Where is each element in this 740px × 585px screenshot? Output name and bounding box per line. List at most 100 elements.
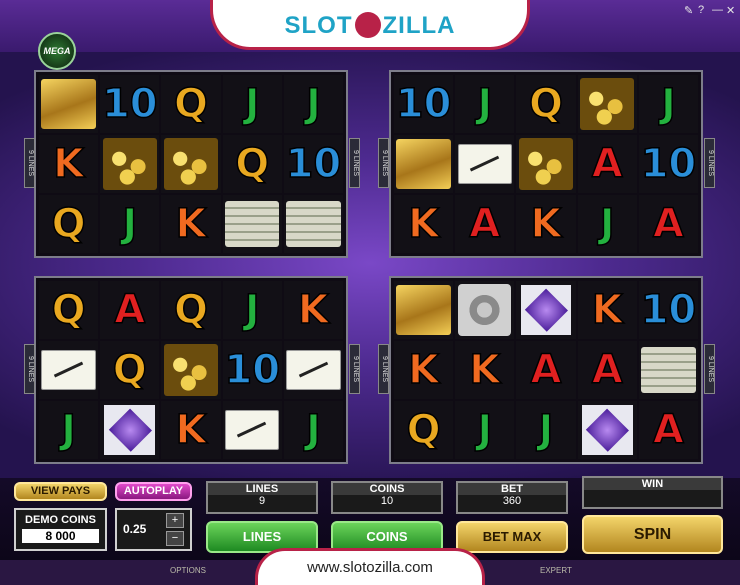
lines-tag-left-3: 9 LINES xyxy=(24,344,35,394)
reel-cell: K xyxy=(394,195,454,253)
reel-cell: 10 xyxy=(100,75,160,133)
bet-display-label: BET xyxy=(458,483,566,495)
gold-coins-icon xyxy=(163,138,219,190)
symbol-k: K xyxy=(407,201,440,247)
gold-coins-icon xyxy=(518,138,574,190)
gold-coins-icon xyxy=(579,78,635,130)
gold-bars-icon xyxy=(396,139,451,189)
coin-size-plus-button[interactable]: + xyxy=(166,513,184,528)
reel-cell xyxy=(638,341,698,399)
symbol-a: A xyxy=(652,201,684,247)
symbol-k: K xyxy=(591,287,624,333)
symbol-a: A xyxy=(114,287,146,333)
reel-cell xyxy=(222,195,282,253)
reel-cell xyxy=(516,281,576,339)
symbol-q: Q xyxy=(406,407,442,453)
reel-cell: K xyxy=(516,195,576,253)
cheque-pen-icon xyxy=(457,143,513,185)
reel-cell xyxy=(577,401,637,459)
symbol-j: J xyxy=(122,201,138,247)
symbol-j: J xyxy=(477,407,493,453)
symbol-j: J xyxy=(60,407,77,453)
symbol-q: Q xyxy=(51,201,87,247)
reel-cell xyxy=(455,135,515,193)
reel-cell: J xyxy=(100,195,160,253)
reel-cell: Q xyxy=(394,401,454,459)
close-icon[interactable]: ✕ xyxy=(726,4,735,17)
reel-cell: K xyxy=(161,401,221,459)
reel-cell: J xyxy=(222,75,282,133)
symbol-q: Q xyxy=(234,141,270,187)
gold-bars-icon xyxy=(396,285,451,335)
lines-tag-right-2: 9 LINES xyxy=(704,138,715,188)
symbol-10: 10 xyxy=(640,141,697,187)
gold-coins-icon xyxy=(102,138,158,190)
lines-tag-right-4: 9 LINES xyxy=(704,344,715,394)
symbol-a: A xyxy=(591,141,623,187)
reel-cell: A xyxy=(516,341,576,399)
autoplay-button[interactable]: AUTOPLAY xyxy=(115,482,192,501)
view-pays-button[interactable]: VIEW PAYS xyxy=(14,482,107,501)
logo-right-text: ZILLA xyxy=(382,12,456,39)
reel-cell: K xyxy=(161,195,221,253)
diamond-icon xyxy=(104,405,156,455)
spin-button[interactable]: SPIN xyxy=(582,515,723,554)
demo-coins-box: DEMO COINS 8 000 xyxy=(14,508,107,551)
reel-cell xyxy=(394,281,454,339)
game-stage: SLOT ZILLA ✎ ? — ✕ MEGA 10 Q J J K Q 10 Q J K 10 J Q… xyxy=(0,0,740,585)
symbol-a: A xyxy=(469,201,501,247)
lines-tag-left-2: 9 LINES xyxy=(378,138,389,188)
symbol-10: 10 xyxy=(101,81,158,127)
options-link[interactable]: OPTIONS xyxy=(170,566,206,575)
symbol-a: A xyxy=(591,347,623,393)
symbol-j: J xyxy=(660,81,676,127)
symbol-j: J xyxy=(599,201,615,247)
reel-grid-2: 10 J Q J A 10 K A K J A xyxy=(389,70,703,258)
coin-size-value: 0.25 xyxy=(123,522,147,536)
symbol-q: Q xyxy=(528,81,564,127)
vault-icon xyxy=(458,283,512,337)
bet-max-button[interactable]: BET MAX xyxy=(456,521,568,553)
symbol-j: J xyxy=(244,81,260,127)
minimize-icon[interactable]: — xyxy=(712,4,723,16)
reel-cell xyxy=(222,401,282,459)
money-stack-icon xyxy=(224,200,280,248)
symbol-j: J xyxy=(538,407,554,453)
reel-cell xyxy=(161,341,221,399)
expert-link[interactable]: EXPERT xyxy=(540,566,572,575)
symbol-k: K xyxy=(297,287,330,333)
lines-display: LINES 9 xyxy=(206,481,318,514)
reel-cell: Q xyxy=(222,135,282,193)
reel-cell: A xyxy=(577,135,637,193)
reel-cell xyxy=(100,401,160,459)
cheque-pen-icon xyxy=(224,409,280,451)
reel-cell: Q xyxy=(161,75,221,133)
cheque-pen-icon xyxy=(41,349,96,391)
logo-plate: SLOT ZILLA xyxy=(210,0,530,50)
reel-cell xyxy=(516,135,576,193)
diamond-icon xyxy=(520,285,572,335)
symbol-10: 10 xyxy=(224,347,281,393)
reel-cell: 10 xyxy=(283,135,343,193)
lines-tag-right-1: 9 LINES xyxy=(349,138,360,188)
reel-cell: 10 xyxy=(638,281,698,339)
coin-size-box: 0.25 + − xyxy=(115,508,192,551)
site-url[interactable]: www.slotozilla.com xyxy=(307,559,433,576)
reel-cell: K xyxy=(283,281,343,339)
help-icon[interactable]: ? xyxy=(698,4,704,16)
symbol-a: A xyxy=(530,347,562,393)
reel-cell: K xyxy=(577,281,637,339)
reel-cell: Q xyxy=(516,75,576,133)
coin-size-minus-button[interactable]: − xyxy=(166,531,184,546)
gold-bars-icon xyxy=(41,79,96,129)
reel-cell xyxy=(283,195,343,253)
reel-cell: J xyxy=(455,401,515,459)
reel-cell xyxy=(283,341,343,399)
coins-display-value: 10 xyxy=(380,495,394,507)
site-logo: SLOT ZILLA xyxy=(213,12,527,40)
reel-cell: J xyxy=(455,75,515,133)
reel-cell: Q xyxy=(39,195,99,253)
symbol-j: J xyxy=(477,81,493,127)
symbol-10: 10 xyxy=(640,287,697,333)
edit-tool-icon[interactable]: ✎ xyxy=(684,4,693,17)
